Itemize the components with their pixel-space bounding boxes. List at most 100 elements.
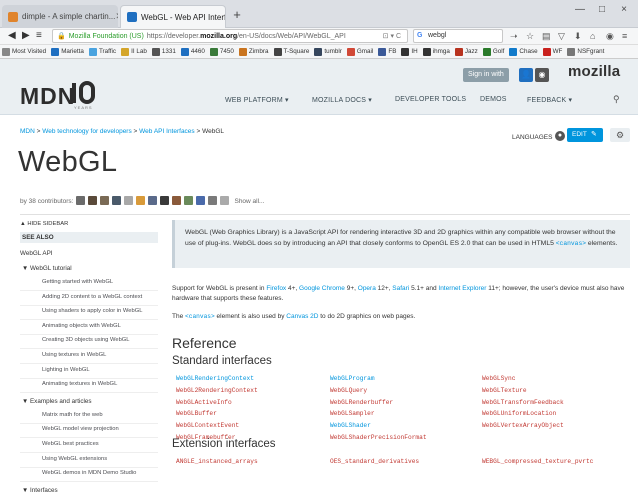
bookmark-item[interactable]: T-Square	[273, 47, 309, 56]
extension-link[interactable]: ANGLE_instanced_arrays	[176, 458, 258, 465]
maximize-button[interactable]: □	[593, 4, 611, 15]
interface-link[interactable]: WebGLProgram	[330, 375, 375, 382]
avatar[interactable]	[220, 196, 230, 205]
bookmark-item[interactable]: Chase	[509, 47, 538, 56]
avatar[interactable]	[124, 196, 134, 205]
canvas2d-link[interactable]: Canvas 2D	[286, 313, 318, 320]
interface-link[interactable]: WebGLRenderingContext	[176, 375, 254, 382]
interface-link[interactable]: WebGLSync	[482, 375, 515, 382]
ie-link[interactable]: Internet Explorer	[438, 285, 486, 292]
breadcrumb-mdn[interactable]: MDN	[20, 128, 35, 135]
bookmark-item[interactable]: Zimbra	[238, 47, 269, 56]
home-icon[interactable]: ⌂	[590, 31, 595, 41]
sidebar-item[interactable]: Animating objects with WebGL	[42, 323, 121, 329]
avatar[interactable]	[88, 196, 98, 205]
breadcrumb-web-api[interactable]: Web API Interfaces	[139, 128, 195, 135]
avatar[interactable]	[136, 196, 146, 205]
opera-link[interactable]: Opera	[358, 285, 376, 292]
close-window-button[interactable]: ×	[615, 4, 633, 15]
hide-sidebar-button[interactable]: ▲ HIDE SIDEBAR	[20, 221, 68, 227]
url-bar[interactable]: 🔒 Mozilla Foundation (US) https://develo…	[52, 29, 408, 43]
site-identity[interactable]: Mozilla Foundation (US)	[69, 33, 144, 40]
pocket-icon[interactable]: ▽	[558, 31, 565, 42]
extension-link[interactable]: OES_standard_derivatives	[330, 458, 419, 465]
bookmark-item[interactable]: FB	[378, 47, 396, 56]
bookmark-item[interactable]: WF	[542, 47, 562, 56]
canvas-code-link[interactable]: <canvas>	[556, 240, 586, 247]
sidebar-item[interactable]: Adding 2D content to a WebGL context	[42, 294, 142, 300]
avatar[interactable]	[208, 196, 218, 205]
interface-link[interactable]: WebGLBuffer	[176, 410, 217, 417]
tab-webgl[interactable]: WebGL - Web API Interfac... ✕	[120, 5, 226, 28]
new-tab-button[interactable]: +	[229, 7, 245, 23]
star-icon[interactable]: ☆	[526, 31, 534, 42]
chrome-link[interactable]: Google Chrome	[299, 285, 345, 292]
search-bar[interactable]: G webgl	[413, 29, 503, 43]
sidebar-item[interactable]: Using WebGL extensions	[42, 456, 107, 462]
avatar[interactable]	[76, 196, 86, 205]
avatar[interactable]	[100, 196, 110, 205]
sidebar-api-link[interactable]: WebGL API	[20, 250, 53, 257]
canvas-element-link[interactable]: <canvas>	[185, 313, 215, 320]
bookmark-item[interactable]: 7450	[209, 47, 234, 56]
forward-button[interactable]: ▶	[22, 30, 30, 41]
bookmark-item[interactable]: Most Visited	[2, 47, 46, 56]
bookmark-item[interactable]: Marietta	[51, 47, 84, 56]
bookmark-item[interactable]: II Lab	[121, 47, 147, 56]
interface-link[interactable]: WebGL2RenderingContext	[176, 387, 258, 394]
mozilla-logo[interactable]: mozilla	[568, 63, 620, 80]
interface-link[interactable]: WebGLQuery	[330, 387, 367, 394]
nav-developer-tools[interactable]: DEVELOPER TOOLS	[395, 96, 466, 103]
avatar[interactable]	[196, 196, 206, 205]
reader-view-icon[interactable]: ⊡	[383, 33, 389, 40]
globe-icon[interactable]: ●	[555, 131, 565, 141]
avatar[interactable]	[160, 196, 170, 205]
bookmark-item[interactable]: Gmail	[346, 47, 373, 56]
close-tab-icon[interactable]: ✕	[115, 11, 118, 22]
minimize-button[interactable]: —	[571, 4, 589, 15]
show-all-link[interactable]: Show all...	[234, 198, 264, 205]
nav-web-platform[interactable]: WEB PLATFORM ▾	[225, 96, 289, 104]
mdn-logo[interactable]: MDN	[20, 83, 75, 110]
bookmark-item[interactable]: Traffic	[88, 47, 116, 56]
avatar[interactable]	[172, 196, 182, 205]
bookmark-item[interactable]: 4460	[180, 47, 205, 56]
bookmark-item[interactable]: 1331	[151, 47, 176, 56]
sidebar-item[interactable]: WebGL best practices	[42, 441, 99, 447]
edit-button[interactable]: EDIT ✎	[567, 128, 603, 142]
download-icon[interactable]: ⬇	[574, 31, 582, 42]
bookmark-item[interactable]: ihmga	[422, 47, 450, 56]
bookmark-item[interactable]: tumblr	[314, 47, 342, 56]
breadcrumb-web-tech[interactable]: Web technology for developers	[42, 128, 132, 135]
bookmark-item[interactable]: Jazz	[454, 47, 478, 56]
interface-link[interactable]: WebGLContextEvent	[176, 422, 239, 429]
gear-icon[interactable]: ⚙	[610, 128, 630, 142]
sidebar-item[interactable]: Creating 3D objects using WebGL	[42, 337, 130, 343]
interface-link[interactable]: WebGLUniformLocation	[482, 410, 556, 417]
languages-button[interactable]: LANGUAGES	[512, 134, 552, 141]
sidebar-group[interactable]: ▼ Examples and articles	[22, 398, 92, 405]
interface-link[interactable]: WebGLShader	[330, 422, 371, 429]
tb-forward-icon[interactable]: ➝	[510, 31, 518, 42]
sidebar-item[interactable]: WebGL model view projection	[42, 426, 119, 432]
sidebar-item[interactable]: Matrix math for the web	[42, 412, 103, 418]
sidebar-item[interactable]: Using shaders to apply color in WebGL	[42, 308, 142, 314]
back-button[interactable]: ◀	[8, 30, 16, 41]
menu-icon[interactable]: ≡	[622, 31, 627, 41]
reload-icon[interactable]: C	[396, 33, 401, 40]
nav-feedback[interactable]: FEEDBACK ▾	[527, 96, 572, 104]
interface-link[interactable]: WebGLTexture	[482, 387, 527, 394]
sidebar-item[interactable]: Using textures in WebGL	[42, 352, 106, 358]
clipboard-icon[interactable]: ▤	[542, 31, 551, 42]
github-sso-icon[interactable]: ◉	[535, 68, 549, 82]
search-icon[interactable]: ⚲	[613, 94, 620, 105]
nav-mozilla-docs[interactable]: MOZILLA DOCS ▾	[312, 96, 372, 104]
interface-link[interactable]: WebGLTransformFeedback	[482, 399, 564, 406]
bookmark-item[interactable]: Golf	[482, 47, 504, 56]
avatar[interactable]	[112, 196, 122, 205]
sidebar-group[interactable]: ▼ WebGL tutorial	[22, 265, 72, 272]
safari-link[interactable]: Safari	[392, 285, 409, 292]
interface-link[interactable]: WebGLActiveInfo	[176, 399, 232, 406]
sidebar-item[interactable]: WebGL demos in MDN Demo Studio	[42, 470, 136, 476]
sidebar-item[interactable]: Animating textures in WebGL	[42, 381, 117, 387]
